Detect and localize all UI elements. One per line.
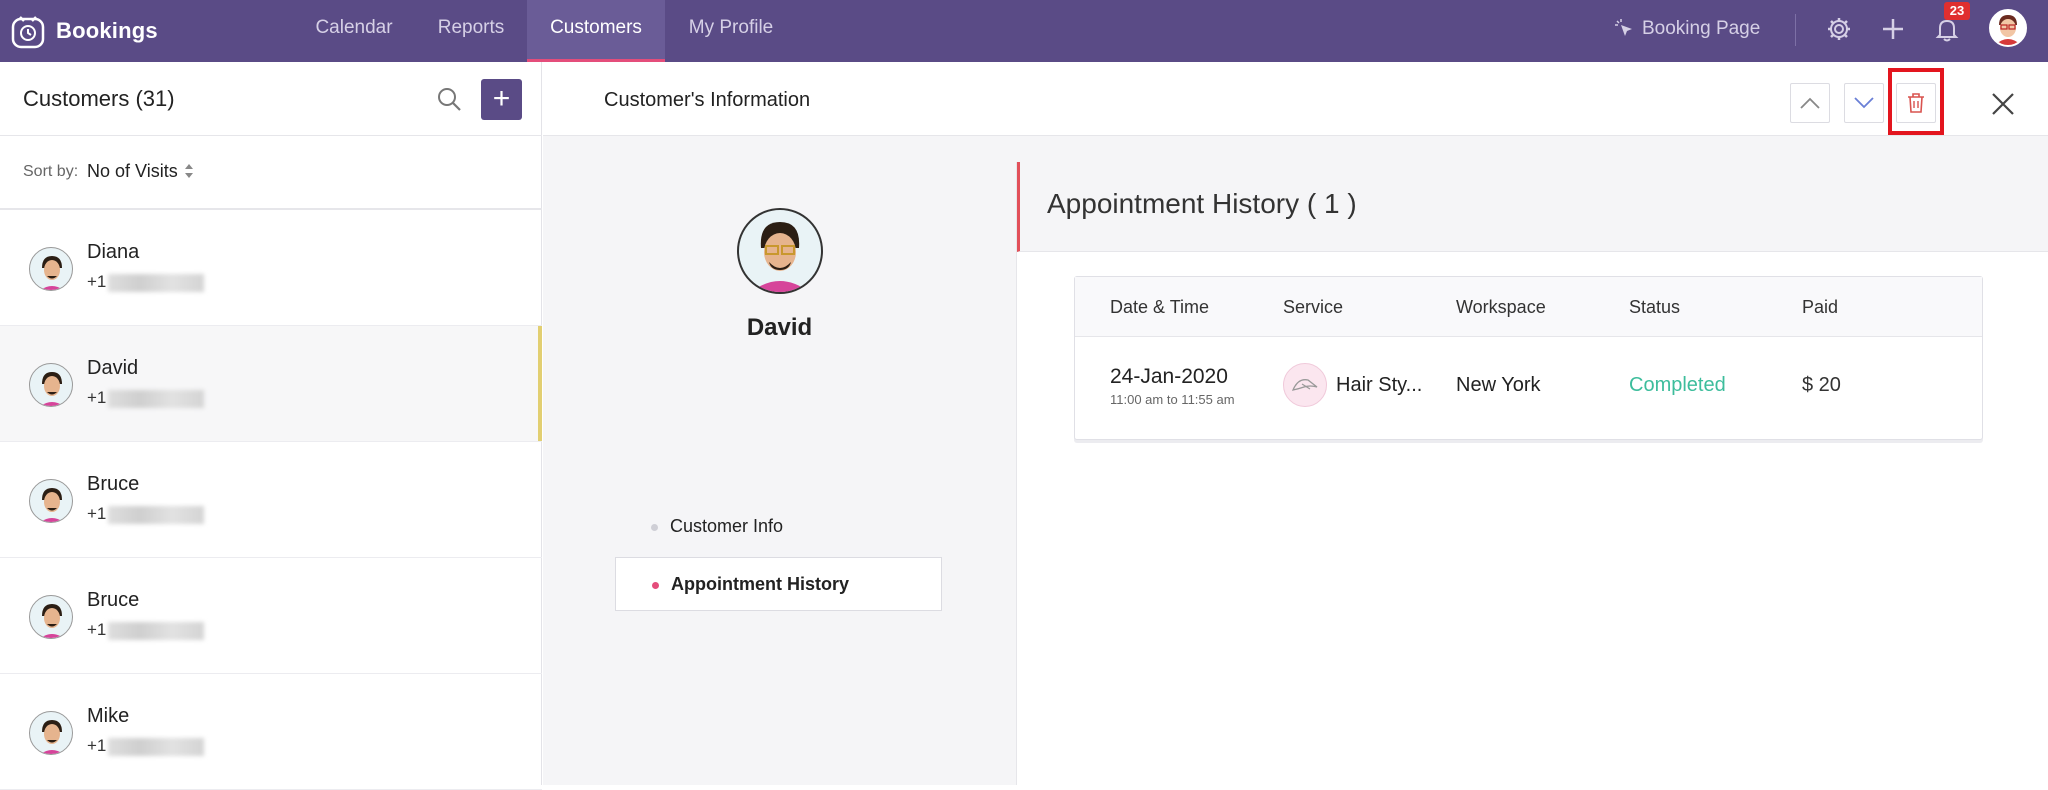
appointment-date: 24-Jan-2020 [1110, 365, 1228, 388]
add-plus-icon[interactable] [1877, 13, 1909, 45]
column-header-status: Status [1629, 297, 1681, 317]
detail-header: Customer's Information [543, 62, 2048, 136]
booking-page-label: Booking Page [1642, 18, 1761, 39]
appointment-paid: $ 20 [1802, 374, 1841, 396]
booking-page-link[interactable]: Booking Page [1614, 0, 1760, 58]
customer-avatar [29, 363, 73, 407]
profile-sidebar: David Customer Info Appointment History [543, 136, 1016, 785]
chevron-down-icon [1854, 97, 1874, 109]
notification-count-badge: 23 [1944, 2, 1970, 20]
customer-list-header: Customers (31) + [0, 62, 542, 136]
nav-divider [1795, 14, 1796, 46]
next-customer-button[interactable] [1844, 83, 1884, 123]
tab-customers[interactable]: Customers [527, 0, 665, 62]
customer-list-item-selected[interactable]: David +1 [0, 326, 542, 442]
customer-phone: +1 [87, 736, 205, 756]
customer-phone: +1 [87, 272, 205, 292]
customer-list: Diana +1 David +1 Bruce +1 Bruce +1 Mike… [0, 210, 542, 790]
side-link-appointment-history[interactable]: Appointment History [615, 557, 942, 611]
customer-name: David [87, 357, 139, 379]
column-header-workspace: Workspace [1456, 297, 1546, 317]
table-header: Date & Time Service Workspace Status Pai… [1075, 277, 1982, 337]
customer-list-item[interactable]: Diana +1 [0, 210, 542, 326]
appointment-workspace: New York [1456, 374, 1541, 396]
appointment-service: Hair Sty... [1336, 374, 1423, 396]
customer-name: Diana [87, 241, 140, 263]
customer-name: Bruce [87, 473, 140, 495]
close-icon[interactable] [1985, 86, 2021, 122]
customer-phone: +1 [87, 620, 205, 640]
top-navigation-bar: Bookings Calendar Reports Customers My P… [0, 0, 2048, 62]
sort-select[interactable]: No of Visits [87, 161, 178, 182]
side-link-label: Appointment History [671, 574, 849, 594]
customer-avatar [29, 711, 73, 755]
appointment-table: Date & Time Service Workspace Status Pai… [1074, 276, 1983, 440]
app-name: Bookings [56, 18, 158, 43]
customer-list-title: Customers (31) [23, 86, 175, 111]
tab-reports[interactable]: Reports [418, 0, 524, 62]
appointment-history-header: Appointment History ( 1 ) [1017, 162, 2048, 252]
add-customer-button[interactable]: + [481, 79, 522, 120]
delete-highlight-box [1888, 68, 1944, 135]
side-link-customer-info[interactable]: Customer Info [615, 500, 942, 554]
customer-name: Mike [87, 705, 130, 727]
customer-avatar [29, 595, 73, 639]
appointment-history-title: Appointment History ( 1 ) [1047, 188, 1357, 219]
sort-label: Sort by: [23, 163, 79, 180]
column-header-service: Service [1283, 297, 1344, 317]
customer-phone: +1 [87, 388, 205, 408]
column-header-date-time: Date & Time [1110, 297, 1210, 317]
sort-arrows-icon[interactable] [184, 162, 194, 180]
customer-name: Bruce [87, 589, 140, 611]
previous-customer-button[interactable] [1790, 83, 1830, 123]
bookings-logo-icon [11, 16, 45, 49]
customer-list-item[interactable]: Bruce +1 [0, 558, 542, 674]
appointment-history-section: Appointment History ( 1 ) Date & Time Se… [1016, 162, 2048, 785]
customer-detail-panel: Customer's Information David Customer In… [543, 62, 2048, 785]
cursor-click-icon [1615, 19, 1632, 36]
search-icon[interactable] [434, 84, 464, 114]
customer-list-item[interactable]: Mike +1 [0, 674, 542, 790]
profile-avatar [737, 208, 823, 294]
hair-styling-icon [1283, 363, 1327, 407]
tab-calendar[interactable]: Calendar [294, 0, 414, 62]
chevron-up-icon [1800, 97, 1820, 109]
settings-gear-icon[interactable] [1823, 13, 1855, 45]
customer-avatar [29, 479, 73, 523]
customer-avatar [29, 247, 73, 291]
customer-phone: +1 [87, 504, 205, 524]
bullet-dot [652, 582, 659, 589]
customer-list-panel: Customers (31) + Sort by: No of Visits D… [0, 62, 542, 790]
profile-name: David [746, 314, 813, 341]
detail-title: Customer's Information [604, 89, 811, 111]
side-link-label: Customer Info [670, 516, 784, 536]
user-avatar[interactable] [1989, 9, 2027, 47]
brand[interactable]: Bookings [10, 11, 158, 51]
sort-bar: Sort by: No of Visits [0, 136, 542, 210]
tab-my-profile[interactable]: My Profile [670, 0, 792, 62]
bullet-dot [651, 524, 658, 531]
appointment-status: Completed [1629, 374, 1726, 396]
appointment-time: 11:00 am to 11:55 am [1110, 392, 1235, 407]
customer-list-item[interactable]: Bruce +1 [0, 442, 542, 558]
column-header-paid: Paid [1802, 297, 1839, 317]
